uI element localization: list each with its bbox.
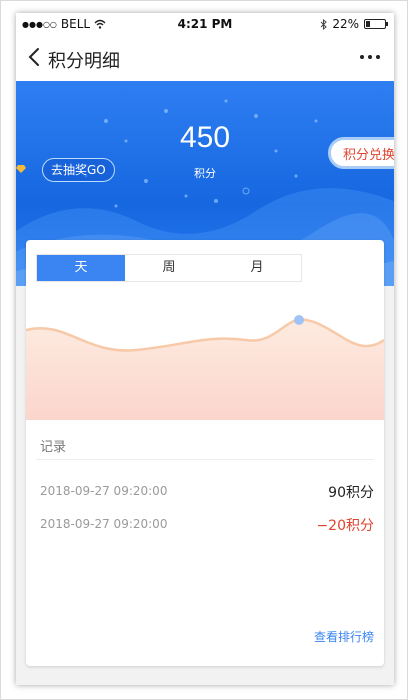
trend-area: [26, 319, 384, 420]
exchange-button[interactable]: 积分兑换: [328, 137, 394, 169]
battery-percent: 22%: [332, 17, 359, 31]
points-trend-chart: [26, 315, 384, 420]
record-amount: 90积分: [328, 485, 374, 501]
more-options-icon[interactable]: [360, 49, 384, 65]
battery-fill: [366, 21, 370, 27]
period-tabs: 天 周 月: [36, 254, 302, 282]
back-arrow-icon[interactable]: [24, 46, 46, 68]
view-ranking-link[interactable]: 查看排行榜: [314, 628, 374, 645]
points-card: 天 周 月 记录 2018-09-27 09:20:00 90积分 2018-0…: [26, 240, 384, 666]
status-right: 22%: [320, 17, 388, 31]
tab-month[interactable]: 月: [213, 255, 301, 281]
records-title: 记录: [40, 440, 67, 455]
record-amount: −20积分: [316, 518, 374, 534]
nav-bar: 积分明细: [16, 35, 394, 82]
diamond-icon: [16, 165, 26, 173]
page-title: 积分明细: [48, 51, 120, 72]
points-unit-label: 积分: [194, 167, 216, 180]
status-bar: ●●●○○ BELL 4:21 PM 22%: [16, 13, 394, 35]
records-divider: [36, 459, 374, 460]
screenshot-frame: ●●●○○ BELL 4:21 PM 22% 积分明细 450 积分 去抽奖GO…: [0, 0, 408, 700]
record-row: 2018-09-27 09:20:00 −20积分: [40, 515, 374, 535]
record-row: 2018-09-27 09:20:00 90积分: [40, 482, 374, 502]
record-time: 2018-09-27 09:20:00: [40, 484, 168, 498]
tab-week[interactable]: 周: [125, 255, 213, 281]
lottery-button[interactable]: 去抽奖GO: [42, 158, 115, 182]
record-time: 2018-09-27 09:20:00: [40, 517, 168, 531]
tab-day[interactable]: 天: [37, 255, 125, 281]
trend-point: [294, 315, 304, 325]
bluetooth-icon: [320, 18, 328, 30]
battery-icon: [364, 19, 388, 29]
phone-screen: ●●●○○ BELL 4:21 PM 22% 积分明细 450 积分 去抽奖GO…: [16, 13, 394, 685]
